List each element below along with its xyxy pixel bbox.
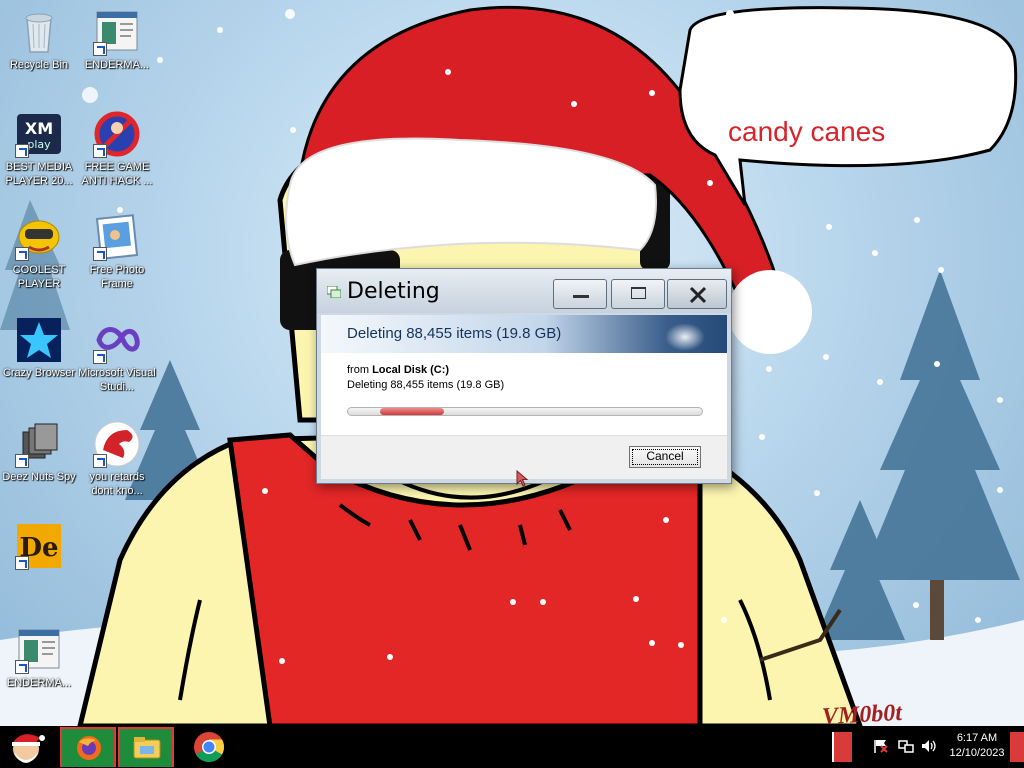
close-icon [689, 286, 707, 304]
recycle-bin-icon [15, 8, 63, 56]
desktop-icon-label: Free Photo Frame [89, 264, 145, 290]
volume-icon[interactable] [920, 738, 938, 754]
show-desktop-button[interactable] [1010, 732, 1024, 762]
shortcut-arrow-icon [93, 454, 107, 468]
red-dragon-icon [93, 420, 141, 468]
taskbar: 6:17 AM 12/10/2023 [0, 726, 1024, 768]
maximize-icon [631, 287, 646, 299]
app-window-icon [15, 626, 63, 674]
source-prefix: from [347, 364, 369, 376]
shortcut-arrow-icon [93, 350, 107, 364]
xmplay-icon: XM play [15, 110, 63, 158]
start-button[interactable] [4, 728, 48, 766]
dialog-title: Deleting [347, 279, 440, 304]
desktop-icon-free-photo-frame[interactable]: Free Photo Frame [78, 213, 156, 291]
shortcut-arrow-icon [93, 247, 107, 261]
desktop-icon-deez-nuts-spy[interactable]: Deez Nuts Spy [0, 420, 78, 484]
desktop-icon-label: ENDERMA... [6, 677, 72, 689]
desktop-icon-label: Deez Nuts Spy [2, 471, 76, 483]
source-location: Local Disk (C:) [372, 364, 450, 376]
speech-bubble-line-3: candy canes [728, 116, 886, 147]
desktop-icon-label: Crazy Browser [2, 367, 76, 379]
desktop-icon-label: BEST MEDIA PLAYER 20... [5, 161, 73, 187]
desktop-icon-coolest-player[interactable]: COOLEST PLAYER [0, 213, 78, 291]
star-browser-icon [15, 316, 63, 364]
desktop-icon-label: Microsoft Visual Studi... [78, 367, 156, 393]
desktop-icon-enderman-1[interactable]: ENDERMA... [78, 8, 156, 72]
clock-time: 6:17 AM [956, 732, 998, 744]
dialog-banner: Deleting 88,455 items (19.8 GB) [321, 315, 727, 353]
close-button[interactable] [667, 279, 727, 309]
minimize-icon [573, 295, 589, 298]
detail-line: Deleting 88,455 items (19.8 GB) [347, 379, 505, 391]
desktop-icon-recycle-bin[interactable]: Recycle Bin [0, 8, 78, 72]
taskbar-chrome[interactable] [193, 731, 225, 763]
desktop-icon-free-game-anti-hack[interactable]: FREE GAME ANTI HACK ... [78, 110, 156, 188]
shortcut-arrow-icon [15, 247, 29, 261]
visual-studio-icon [93, 316, 141, 364]
clock-date: 12/10/2023 [949, 747, 1005, 759]
banner-glow [665, 323, 705, 351]
spy-icon [15, 420, 63, 468]
firefox-icon [77, 736, 101, 760]
dialog-content: Deleting 88,455 items (19.8 GB) from Loc… [321, 315, 727, 479]
shortcut-arrow-icon [15, 454, 29, 468]
desktop-icon-best-media-player[interactable]: XM play BEST MEDIA PLAYER 20... [0, 110, 78, 188]
warning-flag-icon[interactable] [872, 738, 890, 754]
cancel-button[interactable]: Cancel [629, 446, 701, 468]
file-explorer-icon [133, 737, 161, 759]
desktop-icon-label: you retards dont kno... [89, 471, 145, 497]
photo-frame-icon [93, 213, 141, 261]
shortcut-arrow-icon [15, 144, 29, 158]
wallpaper-signature: VM0b0t [821, 699, 903, 726]
dialog-heading: Deleting 88,455 items (19.8 GB) [347, 325, 562, 342]
desktop-icon-de-app[interactable]: De [0, 522, 78, 572]
taskbar-firefox[interactable] [60, 727, 116, 767]
network-icon[interactable] [897, 738, 915, 754]
dialog-info: from Local Disk (C:) Deleting 88,455 ite… [347, 363, 504, 393]
desktop-icon-label: COOLEST PLAYER [12, 264, 66, 290]
source-line: from Local Disk (C:) [347, 363, 504, 378]
svg-text:XM: XM [25, 119, 53, 138]
de-app-icon: De [15, 522, 63, 570]
taskbar-indicator[interactable] [832, 732, 852, 762]
media-player-icon [15, 213, 63, 261]
taskbar-clock[interactable]: 6:17 AM 12/10/2023 [946, 731, 1008, 761]
progress-bar-fill [379, 408, 444, 415]
anti-hack-icon [93, 110, 141, 158]
desktop-icon-label: ENDERMA... [84, 59, 150, 71]
app-window-icon [93, 8, 141, 56]
copy-progress-icon [327, 286, 341, 298]
mouse-cursor-icon [516, 470, 529, 487]
santa-start-icon [12, 734, 45, 763]
progress-bar [347, 407, 703, 416]
chrome-icon [194, 732, 225, 763]
dialog-titlebar[interactable]: Deleting [317, 269, 731, 313]
minimize-button[interactable] [553, 279, 607, 309]
maximize-button[interactable] [611, 279, 665, 309]
shortcut-arrow-icon [93, 144, 107, 158]
desktop-icon-label: FREE GAME ANTI HACK ... [81, 161, 153, 187]
svg-text:play: play [27, 138, 51, 151]
focus-ring [632, 449, 698, 465]
desktop-icon-crazy-browser[interactable]: Crazy Browser [0, 316, 78, 380]
shortcut-arrow-icon [15, 660, 29, 674]
desktop-icon-label: Recycle Bin [9, 59, 69, 71]
desktop-icon-visual-studio[interactable]: Microsoft Visual Studi... [78, 316, 156, 394]
desktop-icon-you-retards[interactable]: you retards dont kno... [78, 420, 156, 498]
taskbar-file-explorer[interactable] [118, 727, 174, 767]
shortcut-arrow-icon [93, 42, 107, 56]
delete-progress-dialog[interactable]: Deleting Deleting 88,455 items (19.8 GB)… [316, 268, 732, 484]
desktop-icon-enderman-2[interactable]: ENDERMA... [0, 626, 78, 690]
shortcut-arrow-icon [15, 556, 29, 570]
